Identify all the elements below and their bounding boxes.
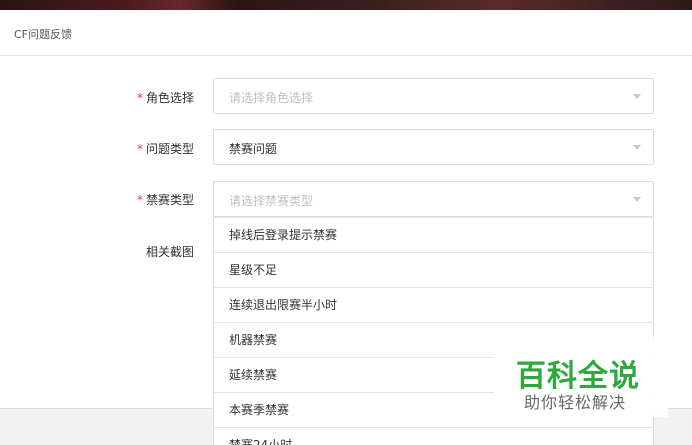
screenshot-label: 相关截图 (0, 243, 194, 260)
role-select-placeholder: 请选择角色选择 (229, 91, 314, 105)
dropdown-option[interactable]: 星级不足 (214, 252, 653, 287)
ban-type-select[interactable]: 请选择禁赛类型 (213, 181, 654, 217)
page-title: CF问题反馈 (14, 28, 73, 41)
screenshot-label-text: 相关截图 (145, 245, 194, 259)
issue-type-select[interactable]: 禁赛问题 (213, 129, 654, 165)
role-label: * 角色选择 (0, 89, 194, 106)
ban-type-label: * 禁赛类型 (0, 191, 194, 208)
dropdown-option[interactable]: 禁赛24小时 (214, 427, 653, 445)
watermark-subtitle: 助你轻松解决 (524, 393, 627, 412)
chevron-down-icon (633, 197, 641, 202)
role-select[interactable]: 请选择角色选择 (213, 78, 654, 114)
role-label-text: 角色选择 (145, 91, 194, 105)
chevron-down-icon (633, 145, 641, 150)
required-mark: * (136, 193, 143, 207)
page-header: CF问题反馈 (0, 10, 692, 56)
ban-type-placeholder: 请选择禁赛类型 (229, 194, 314, 208)
issue-type-value: 禁赛问题 (229, 142, 278, 156)
issue-type-label-text: 问题类型 (145, 142, 194, 156)
dropdown-option[interactable]: 掉线后登录提示禁赛 (214, 217, 653, 252)
chevron-down-icon (633, 94, 641, 99)
dropdown-option[interactable]: 连续退出限赛半小时 (214, 287, 653, 322)
required-mark: * (136, 142, 143, 156)
watermark-logo: 百科全说 助你轻松解决 (494, 337, 668, 417)
ban-type-label-text: 禁赛类型 (145, 193, 194, 207)
top-banner-image (0, 0, 692, 10)
required-mark: * (136, 91, 143, 105)
issue-type-label: * 问题类型 (0, 140, 194, 157)
